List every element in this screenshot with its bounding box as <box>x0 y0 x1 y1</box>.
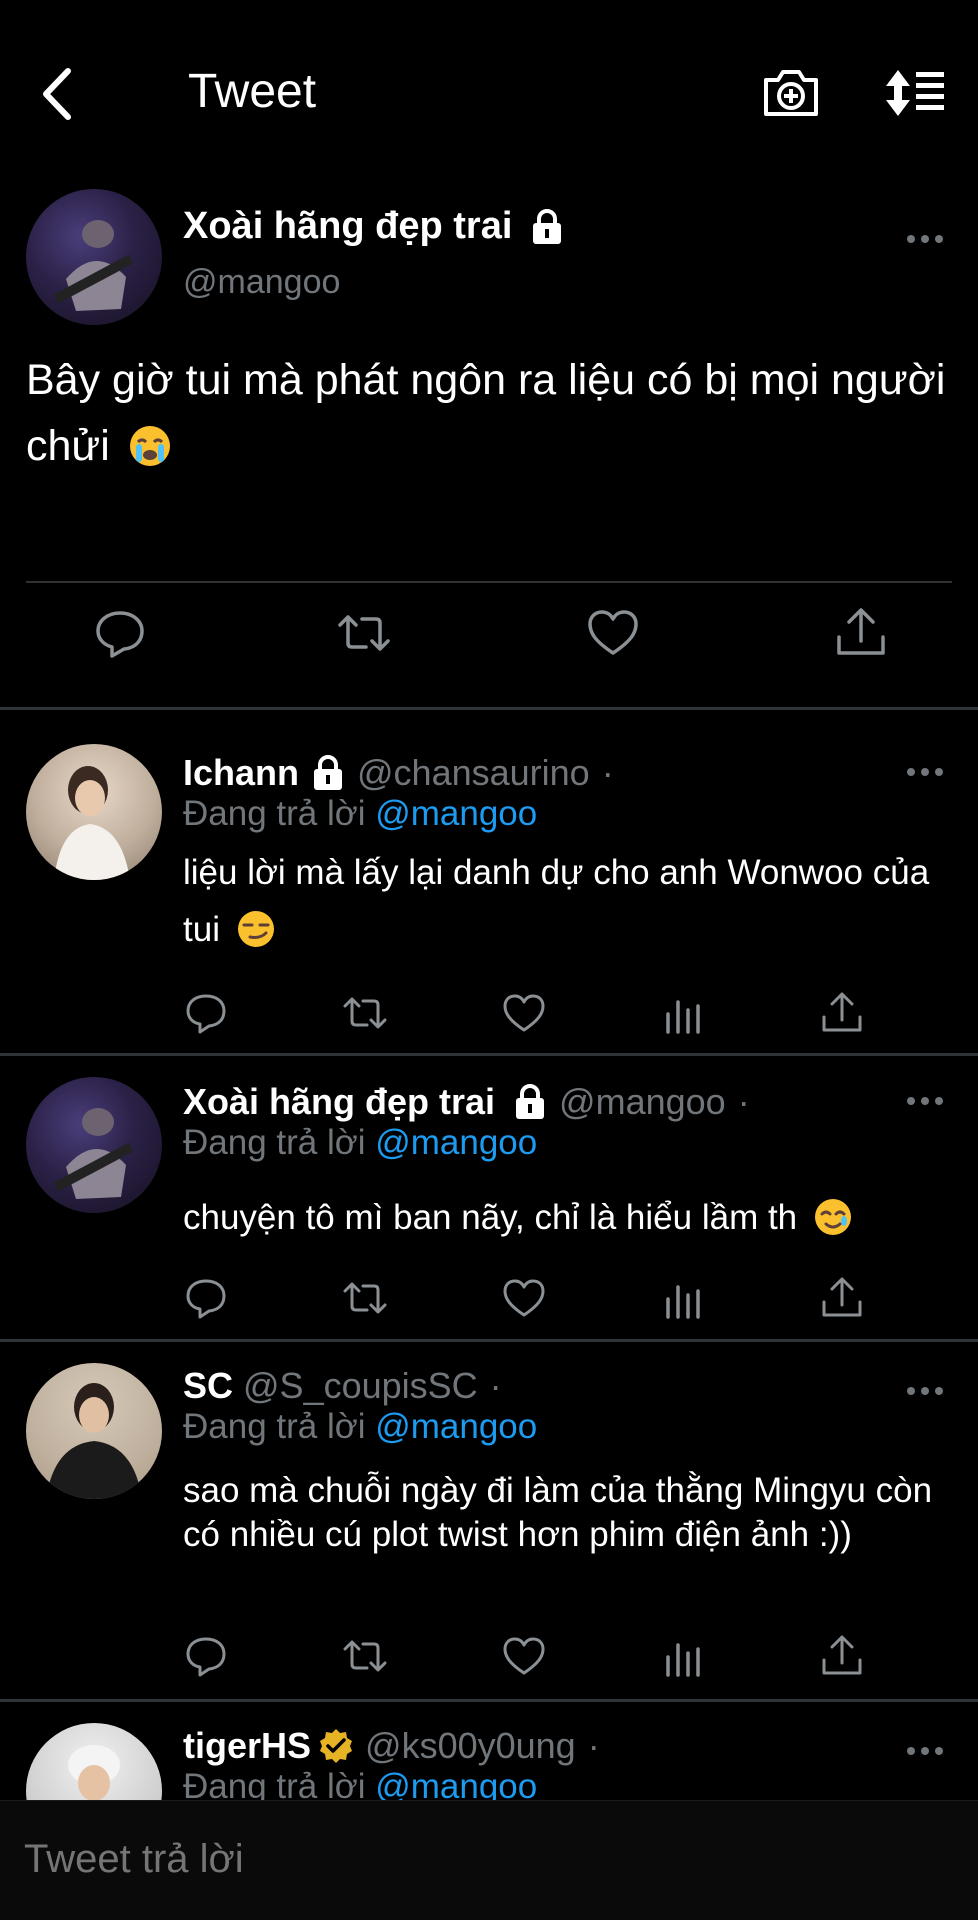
reply-icon[interactable] <box>183 990 229 1036</box>
replying-to: Đang trả lời @mangoo <box>183 1407 538 1446</box>
reply-header: SC @S_coupisSC · <box>183 1365 502 1407</box>
reply-actions <box>183 990 883 1040</box>
smirk-emoji-icon <box>236 909 276 949</box>
smiling-tear-emoji-icon <box>813 1197 853 1237</box>
share-icon[interactable] <box>819 1275 865 1321</box>
reply-icon[interactable] <box>92 605 148 661</box>
lock-icon <box>309 754 347 792</box>
main-tweet: Xoài hãng đẹp trai @mangoo Bây giờ tui m… <box>0 185 978 708</box>
reply-tweet[interactable]: SC @S_coupisSC · Đang trả lời @mangoo sa… <box>0 1343 978 1698</box>
divider <box>26 581 952 583</box>
share-icon[interactable] <box>833 605 889 661</box>
more-icon[interactable] <box>905 231 945 247</box>
reply-icon[interactable] <box>183 1633 229 1679</box>
avatar[interactable] <box>26 744 162 880</box>
divider <box>0 707 978 710</box>
author-name[interactable]: Ichann <box>183 752 299 794</box>
author-handle[interactable]: @ks00y0ung <box>365 1725 576 1767</box>
retweet-icon[interactable] <box>336 605 392 661</box>
more-icon[interactable] <box>905 1093 945 1109</box>
crying-emoji-icon <box>128 421 170 466</box>
like-icon[interactable] <box>585 605 641 661</box>
reply-tweet[interactable]: Xoài hãng đẹp trai @mangoo · Đang trả lờ… <box>0 1057 978 1337</box>
lock-icon <box>511 1083 549 1121</box>
author-handle[interactable]: @mangoo <box>559 1081 726 1123</box>
reply-header: Ichann @chansaurino · <box>183 752 614 794</box>
tweet-text: Bây giờ tui mà phát ngôn ra liệu có bị m… <box>26 356 946 470</box>
mention-link[interactable]: @mangoo <box>375 1407 537 1446</box>
top-bar: Tweet <box>0 0 978 185</box>
mention-link[interactable]: @mangoo <box>375 1123 537 1162</box>
like-icon[interactable] <box>501 1275 547 1321</box>
avatar[interactable] <box>26 1723 162 1800</box>
reply-composer <box>0 1800 978 1920</box>
author-handle[interactable]: @chansaurino <box>357 752 590 794</box>
author-name[interactable]: Xoài hãng đẹp trai <box>183 1081 495 1123</box>
analytics-icon[interactable] <box>660 1633 706 1679</box>
analytics-icon[interactable] <box>660 990 706 1036</box>
reply-tweet[interactable]: tigerHS @ks00y0ung · Đang trả lời @mango… <box>0 1703 978 1800</box>
mention-link[interactable]: @mangoo <box>375 1767 537 1800</box>
replying-to: Đang trả lời @mangoo <box>183 794 538 833</box>
avatar[interactable] <box>26 1077 162 1213</box>
retweet-icon[interactable] <box>342 1633 388 1679</box>
author-name: Xoài hãng đẹp trai <box>183 205 513 247</box>
mention-link[interactable]: @mangoo <box>375 794 537 833</box>
reply-tweet[interactable]: Ichann @chansaurino · Đang trả lời @mang… <box>0 726 978 1051</box>
author-handle[interactable]: @S_coupisSC <box>243 1365 478 1407</box>
like-icon[interactable] <box>501 990 547 1036</box>
share-icon[interactable] <box>819 990 865 1036</box>
reply-text: chuyện tô mì ban nãy, chỉ là hiểu lầm th <box>183 1189 953 1246</box>
divider <box>0 1339 978 1342</box>
add-photo-icon[interactable] <box>760 66 822 120</box>
reply-header: tigerHS @ks00y0ung · <box>183 1725 600 1767</box>
divider <box>0 1053 978 1056</box>
page-title: Tweet <box>188 65 317 118</box>
author-name-row[interactable]: Xoài hãng đẹp trai <box>183 205 566 248</box>
retweet-icon[interactable] <box>342 1275 388 1321</box>
more-icon[interactable] <box>905 1743 945 1759</box>
tweet-actions <box>0 605 978 685</box>
verified-icon <box>317 1727 355 1765</box>
reply-actions <box>183 1633 883 1683</box>
retweet-icon[interactable] <box>342 990 388 1036</box>
author-name[interactable]: SC <box>183 1365 233 1407</box>
replying-to: Đang trả lời @mangoo <box>183 1767 537 1800</box>
analytics-icon[interactable] <box>660 1275 706 1321</box>
divider <box>0 1699 978 1702</box>
reply-actions <box>183 1275 883 1325</box>
back-icon[interactable] <box>36 65 84 123</box>
reply-text: liệu lời mà lấy lại danh dự cho anh Wonw… <box>183 853 930 949</box>
author-handle[interactable]: @mangoo <box>183 263 340 302</box>
avatar[interactable] <box>26 189 162 325</box>
sort-icon[interactable] <box>884 66 946 120</box>
separator-dot: · <box>587 1725 600 1766</box>
reply-input[interactable] <box>24 1837 944 1882</box>
lock-icon <box>528 208 566 246</box>
like-icon[interactable] <box>501 1633 547 1679</box>
separator-dot: · <box>737 1081 750 1122</box>
share-icon[interactable] <box>819 1633 865 1679</box>
separator-dot: · <box>601 752 614 793</box>
reply-header: Xoài hãng đẹp trai @mangoo · <box>183 1081 750 1123</box>
more-icon[interactable] <box>905 1383 945 1399</box>
replying-to: Đang trả lời @mangoo <box>183 1123 538 1162</box>
reply-text: sao mà chuỗi ngày đi làm của thằng Mingy… <box>183 1471 933 1554</box>
reply-icon[interactable] <box>183 1275 229 1321</box>
avatar[interactable] <box>26 1363 162 1499</box>
separator-dot: · <box>489 1365 502 1406</box>
more-icon[interactable] <box>905 764 945 780</box>
author-name[interactable]: tigerHS <box>183 1725 311 1767</box>
